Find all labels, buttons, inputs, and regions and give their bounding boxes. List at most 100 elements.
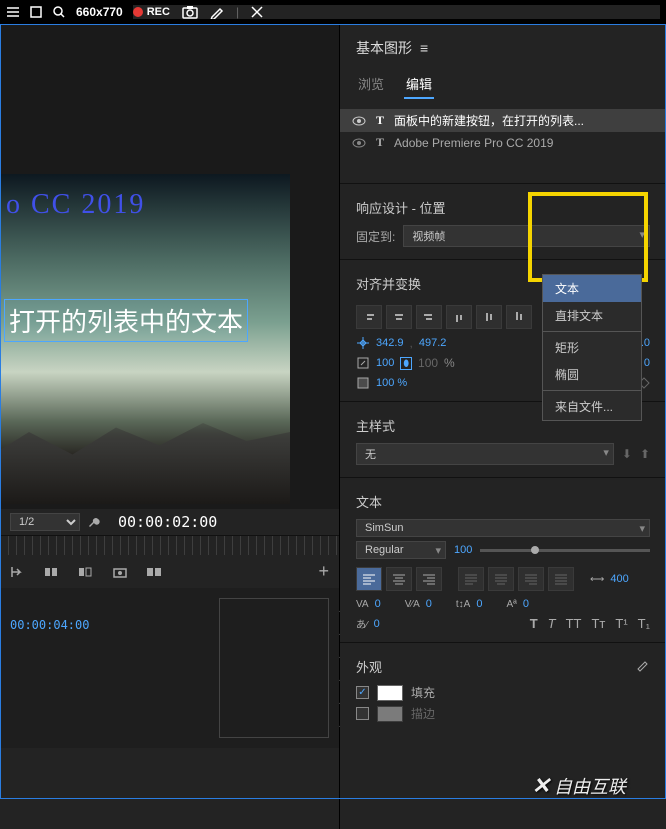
pos-y[interactable]: 497.2 bbox=[419, 337, 447, 349]
wrench-icon[interactable] bbox=[88, 515, 102, 529]
opacity-value[interactable]: 100 % bbox=[376, 377, 407, 389]
camera-icon[interactable] bbox=[182, 5, 198, 19]
visibility-icon[interactable] bbox=[352, 114, 366, 128]
scale-icon[interactable] bbox=[356, 356, 370, 370]
dimensions-text: 660x770 bbox=[76, 5, 123, 19]
text-layer-selected[interactable]: 打开的列表中的文本 bbox=[4, 299, 248, 342]
stroke-label: 描边 bbox=[411, 705, 435, 722]
scale-h: 100 bbox=[418, 356, 438, 370]
stroke-swatch[interactable] bbox=[377, 706, 403, 722]
add-button[interactable]: + bbox=[318, 561, 329, 582]
push-up-icon[interactable]: ⬆ bbox=[640, 447, 650, 461]
subscript-icon[interactable]: T₁ bbox=[638, 616, 650, 631]
layer-label: Adobe Premiere Pro CC 2019 bbox=[394, 136, 553, 150]
menu-from-file[interactable]: 来自文件... bbox=[543, 393, 641, 420]
push-down-icon[interactable]: ⬇ bbox=[622, 447, 632, 461]
audio-timeline: 00:00:04:00 ---6-12-18-24-- bbox=[0, 588, 339, 748]
panel-tabs: 浏览 编辑 bbox=[340, 66, 666, 103]
appearance-title: 外观 bbox=[356, 657, 382, 676]
va-icon: VA bbox=[356, 599, 369, 610]
align-left-icon[interactable] bbox=[356, 305, 382, 329]
zoom-select[interactable]: 1/2 bbox=[10, 513, 80, 531]
align-vcenter-icon[interactable] bbox=[476, 305, 502, 329]
appearance-section: 外观 填充 描边 bbox=[340, 642, 666, 734]
tab-browse[interactable]: 浏览 bbox=[356, 70, 386, 99]
new-layer-menu: 文本 直排文本 矩形 椭圆 来自文件... bbox=[542, 274, 642, 421]
tab-edit[interactable]: 编辑 bbox=[404, 70, 434, 99]
layer-list: T 面板中的新建按钮，在打开的列表... T Adobe Premiere Pr… bbox=[340, 109, 666, 153]
settings-icon[interactable] bbox=[636, 660, 650, 674]
time-ruler[interactable] bbox=[0, 535, 339, 555]
menu-vertical-text[interactable]: 直排文本 bbox=[543, 302, 641, 329]
weight-select[interactable]: Regular bbox=[356, 541, 446, 559]
align-top-icon[interactable] bbox=[446, 305, 472, 329]
rotation-value[interactable]: 0 bbox=[644, 357, 650, 369]
text-align-center-icon[interactable] bbox=[386, 567, 412, 591]
export-frame-icon[interactable] bbox=[112, 565, 128, 579]
font-select[interactable]: SimSun bbox=[356, 519, 650, 537]
leading-icon: t↕A bbox=[456, 599, 470, 610]
cc-version-text: o CC 2019 bbox=[6, 189, 145, 221]
superscript-icon[interactable]: T¹ bbox=[615, 616, 627, 631]
smallcaps-icon[interactable]: Tт bbox=[591, 616, 605, 631]
font-size[interactable]: 100 bbox=[454, 544, 472, 556]
compare-icon[interactable] bbox=[146, 566, 164, 578]
master-style-select[interactable]: 无 bbox=[356, 443, 614, 465]
align-right-icon[interactable] bbox=[416, 305, 442, 329]
preview-canvas[interactable]: o CC 2019 打开的列表中的文本 bbox=[0, 24, 339, 509]
baseline-icon: Aª bbox=[506, 599, 516, 610]
mark-in-icon[interactable] bbox=[10, 565, 26, 579]
layer-item[interactable]: T 面板中的新建按钮，在打开的列表... bbox=[340, 109, 666, 132]
visibility-icon[interactable] bbox=[352, 136, 366, 150]
menu-icon[interactable] bbox=[6, 5, 20, 19]
pin-label: 固定到: bbox=[356, 228, 395, 245]
text-align-left-icon[interactable] bbox=[356, 567, 382, 591]
overwrite-icon[interactable] bbox=[78, 566, 94, 578]
align-bottom-icon[interactable] bbox=[506, 305, 532, 329]
align-hcenter-icon[interactable] bbox=[386, 305, 412, 329]
title-bar: 660x770 REC | bbox=[0, 0, 666, 24]
edit-icon[interactable] bbox=[210, 5, 224, 19]
faux-italic-icon[interactable]: T bbox=[548, 616, 556, 631]
highlight-annotation bbox=[528, 192, 648, 282]
pos-x[interactable]: 342.9 bbox=[376, 337, 404, 349]
fill-checkbox[interactable] bbox=[356, 686, 369, 699]
panel-menu-icon[interactable]: ≡ bbox=[420, 40, 428, 56]
stroke-checkbox[interactable] bbox=[356, 707, 369, 720]
record-button[interactable]: REC bbox=[133, 6, 170, 18]
tracking-value[interactable]: 400 bbox=[610, 573, 628, 585]
menu-rectangle[interactable]: 矩形 bbox=[543, 334, 641, 361]
text-section: 文本 SimSun Regular 100 ⟷400 VA0 bbox=[340, 477, 666, 642]
tsume-icon: あ⁄ bbox=[356, 616, 368, 631]
layer-label: 面板中的新建按钮，在打开的列表... bbox=[394, 112, 584, 129]
menu-ellipse[interactable]: 椭圆 bbox=[543, 361, 641, 388]
justify-right-icon[interactable] bbox=[518, 567, 544, 591]
allcaps-icon[interactable]: TT bbox=[566, 616, 582, 631]
playback-controls: 1/2 00:00:02:00 bbox=[0, 509, 339, 535]
layer-item[interactable]: T Adobe Premiere Pro CC 2019 bbox=[340, 132, 666, 153]
position-icon[interactable] bbox=[356, 336, 370, 350]
justify-all-icon[interactable] bbox=[548, 567, 574, 591]
insert-icon[interactable] bbox=[44, 566, 60, 578]
search-icon[interactable] bbox=[52, 5, 66, 19]
record-dot-icon bbox=[133, 7, 143, 17]
justify-center-icon[interactable] bbox=[488, 567, 514, 591]
faux-bold-icon[interactable]: T bbox=[530, 616, 538, 631]
menu-text[interactable]: 文本 bbox=[543, 275, 641, 302]
text-align-right-icon[interactable] bbox=[416, 567, 442, 591]
close-icon[interactable] bbox=[251, 6, 263, 18]
timecode-display[interactable]: 00:00:02:00 bbox=[118, 513, 217, 531]
link-icon[interactable]: ⬮ bbox=[400, 357, 412, 370]
opacity-icon[interactable] bbox=[356, 376, 370, 390]
text-type-icon: T bbox=[376, 113, 384, 128]
scale-w[interactable]: 100 bbox=[376, 357, 394, 369]
window-icon[interactable] bbox=[30, 6, 42, 18]
panel-title: 基本图形 ≡ bbox=[340, 24, 666, 66]
justify-left-icon[interactable] bbox=[458, 567, 484, 591]
audio-meter: ---6-12-18-24-- bbox=[219, 598, 329, 738]
program-monitor: o CC 2019 打开的列表中的文本 1/2 00:00:02:00 + 00… bbox=[0, 24, 340, 829]
fill-swatch[interactable] bbox=[377, 685, 403, 701]
va2-icon: V⁄A bbox=[405, 599, 420, 610]
timeline-timecode[interactable]: 00:00:04:00 bbox=[10, 618, 209, 632]
watermark: ✕自由互联 bbox=[532, 773, 626, 799]
